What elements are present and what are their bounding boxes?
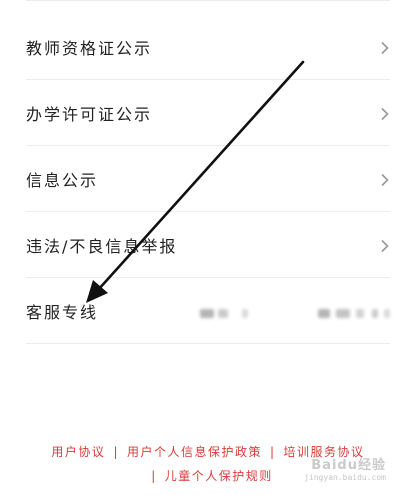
chevron-right-icon	[378, 41, 392, 55]
menu-item-label: 教师资格证公示	[26, 39, 153, 58]
watermark-url: jingyan.baidu.com	[304, 473, 386, 482]
menu-item-teacher-certificate[interactable]: 教师资格证公示	[26, 0, 390, 80]
menu-item-school-license[interactable]: 办学许可证公示	[26, 80, 390, 146]
footer-separator: |	[151, 469, 157, 483]
hotline-number-blurred[interactable]	[200, 305, 390, 321]
menu-item-label: 客服专线	[26, 303, 99, 322]
page: 教师资格证公示 办学许可证公示 信息公示 违法/不良信息举报 客服专线 用户协议…	[0, 0, 416, 498]
menu-item-report-illegal[interactable]: 违法/不良信息举报	[26, 212, 390, 278]
footer-separator: |	[113, 445, 119, 459]
footer-link-privacy-policy[interactable]: 用户个人信息保护政策	[127, 445, 262, 459]
menu-list: 教师资格证公示 办学许可证公示 信息公示 违法/不良信息举报 客服专线	[0, 0, 416, 344]
menu-item-label: 违法/不良信息举报	[26, 237, 178, 256]
chevron-right-icon	[378, 239, 392, 253]
footer-separator: |	[270, 445, 276, 459]
menu-item-customer-hotline[interactable]: 客服专线	[26, 278, 390, 344]
watermark: Baidu经验 jingyan.baidu.com	[296, 454, 386, 488]
chevron-right-icon	[378, 173, 392, 187]
footer-link-user-agreement[interactable]: 用户协议	[51, 445, 105, 459]
chevron-right-icon	[378, 107, 392, 121]
footer-link-child-protection[interactable]: 儿童个人保护规则	[165, 469, 273, 483]
watermark-brand: Baidu经验	[311, 458, 386, 473]
menu-item-label: 信息公示	[26, 171, 99, 190]
menu-item-label: 办学许可证公示	[26, 105, 153, 124]
menu-item-info-disclosure[interactable]: 信息公示	[26, 146, 390, 212]
